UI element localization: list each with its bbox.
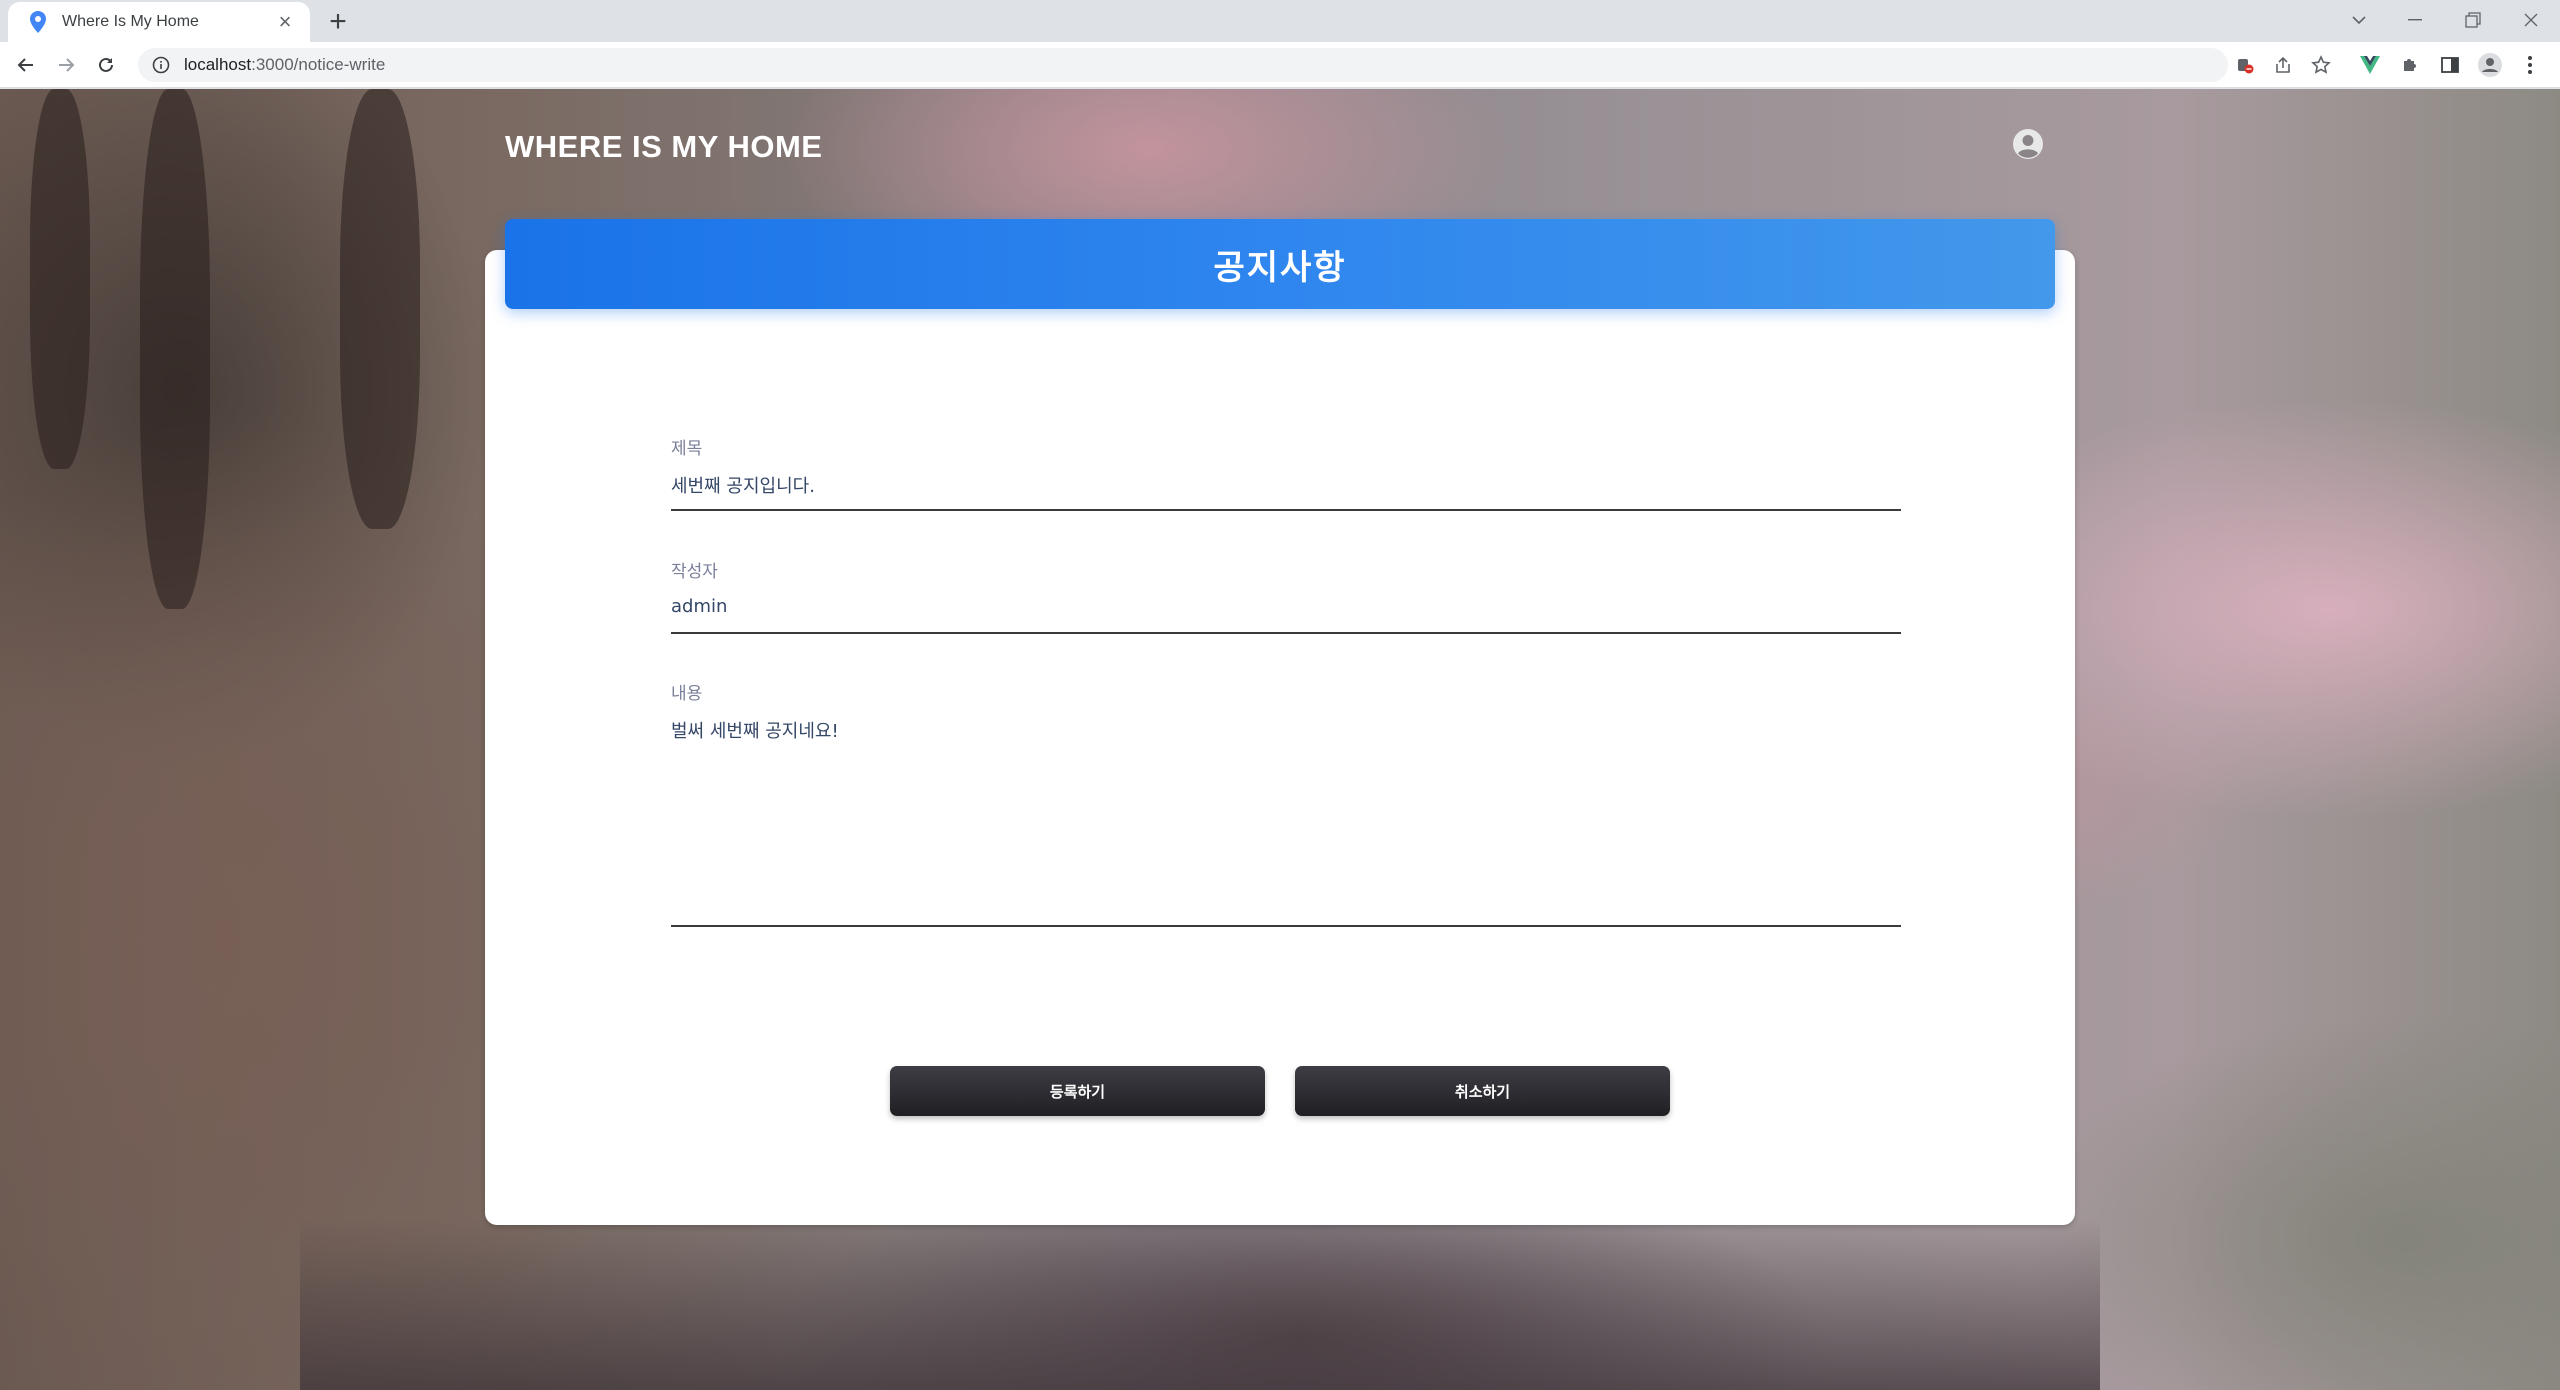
share-icon[interactable] [2270, 52, 2296, 78]
minimize-icon[interactable] [2386, 0, 2444, 40]
side-panel-icon[interactable] [2437, 52, 2463, 78]
url-text: localhost:3000/notice-write [184, 55, 385, 75]
author-input[interactable]: admin [671, 596, 727, 617]
url-path: :3000/notice-write [251, 55, 386, 74]
restore-icon[interactable] [2444, 0, 2502, 40]
blocked-content-icon[interactable] [2232, 52, 2258, 78]
new-tab-button[interactable]: + [322, 6, 354, 38]
author-field[interactable]: 작성자 admin [671, 557, 1901, 637]
page-title: 공지사항 [1213, 247, 1347, 288]
subject-underline [671, 509, 1901, 511]
content-label: 내용 [671, 684, 703, 704]
content-textarea[interactable]: 벌써 세번째 공지네요! [671, 717, 839, 743]
content-underline [671, 925, 1901, 927]
browser-tab[interactable]: Where Is My Home × [8, 2, 310, 42]
tab-search-icon[interactable] [2330, 0, 2388, 40]
address-bar[interactable]: localhost:3000/notice-write [138, 48, 2228, 82]
map-pin-favicon-icon [28, 10, 48, 34]
close-tab-icon[interactable]: × [274, 11, 296, 33]
vue-devtools-icon[interactable] [2357, 52, 2383, 78]
browser-tab-strip: Where Is My Home × + [0, 0, 2560, 42]
browser-profile-avatar-icon[interactable] [2477, 52, 2503, 78]
back-arrow-icon[interactable] [10, 49, 42, 81]
background-road [300, 1219, 2100, 1390]
subject-field[interactable]: 제목 세번째 공지입니다. [671, 434, 1901, 514]
subject-input[interactable]: 세번째 공지입니다. [671, 472, 815, 498]
subject-label: 제목 [671, 439, 703, 459]
tab-title: Where Is My Home [62, 13, 199, 30]
browser-menu-kebab-icon[interactable] [2517, 52, 2543, 78]
background-tree-trunk [340, 89, 420, 529]
user-account-icon[interactable] [2012, 128, 2044, 160]
background-tree-trunk [30, 89, 90, 469]
author-label: 작성자 [671, 562, 718, 582]
url-host: localhost [184, 55, 252, 74]
bookmark-star-icon[interactable] [2308, 52, 2334, 78]
site-brand-logo[interactable]: WHERE IS MY HOME [505, 129, 822, 165]
page-background: WHERE IS MY HOME 공지사항 제목 세번째 공지입니다. 작성자 … [0, 89, 2560, 1390]
notice-card-header: 공지사항 [505, 219, 2055, 309]
submit-button[interactable]: 등록하기 [890, 1066, 1265, 1116]
background-tree-trunk [140, 89, 210, 609]
site-info-icon[interactable] [150, 54, 172, 76]
reload-icon[interactable] [90, 49, 122, 81]
browser-toolbar: localhost:3000/notice-write [0, 42, 2560, 88]
close-window-icon[interactable] [2502, 0, 2560, 40]
cancel-button[interactable]: 취소하기 [1295, 1066, 1670, 1116]
forward-arrow-icon[interactable] [50, 49, 82, 81]
content-field[interactable]: 내용 벌써 세번째 공지네요! [671, 679, 1901, 929]
extensions-puzzle-icon[interactable] [2397, 52, 2423, 78]
author-underline [671, 632, 1901, 634]
